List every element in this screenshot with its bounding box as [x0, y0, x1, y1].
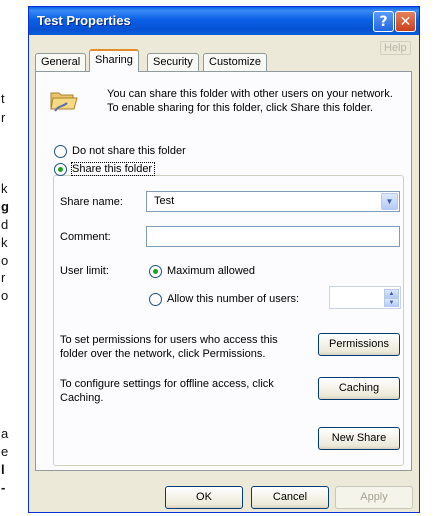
bg-text-5: d	[1, 217, 9, 232]
shared-folder-icon	[50, 92, 78, 112]
user-limit-label: User limit:	[60, 265, 109, 277]
close-button[interactable]: ✕	[395, 11, 416, 32]
allow-number-radio[interactable]	[149, 293, 162, 306]
sharing-intro-text: You can share this folder with other use…	[107, 88, 393, 114]
spin-down-icon[interactable]: ▼	[384, 298, 399, 307]
caching-button[interactable]: Caching	[318, 377, 400, 400]
title-bar[interactable]: Test Properties ? ✕	[29, 7, 419, 35]
share-name-value: Test	[154, 195, 175, 207]
tab-customize[interactable]: Customize	[203, 53, 267, 71]
maximum-allowed-radio[interactable]	[149, 265, 162, 278]
bg-text-9: o	[1, 288, 9, 303]
properties-dialog: Test Properties ? ✕ Help General Sharing…	[28, 6, 420, 513]
do-not-share-label[interactable]: Do not share this folder	[72, 145, 186, 157]
bg-text-12: l	[1, 462, 5, 477]
bg-text-1: t	[1, 91, 5, 106]
allow-number-label[interactable]: Allow this number of users:	[167, 293, 299, 305]
spin-up-icon[interactable]: ▲	[384, 289, 399, 298]
share-name-label: Share name:	[60, 196, 123, 208]
bg-text-7: o	[1, 253, 9, 268]
permissions-button[interactable]: Permissions	[318, 333, 400, 356]
tab-general[interactable]: General	[35, 53, 87, 71]
bg-text-11: e	[1, 444, 9, 459]
help-button[interactable]: ?	[373, 11, 394, 32]
help-ghost-label: Help	[380, 41, 411, 55]
permissions-text: To set permissions for users who access …	[60, 334, 278, 360]
tab-sharing[interactable]: Sharing	[89, 49, 139, 72]
share-name-dropdown[interactable]: Test ▼	[146, 191, 400, 212]
bg-text-8: r	[1, 270, 6, 285]
comment-label: Comment:	[60, 231, 111, 243]
share-folder-radio[interactable]	[54, 163, 67, 176]
share-settings-group	[53, 175, 404, 466]
apply-button: Apply	[335, 486, 413, 509]
chevron-down-icon[interactable]: ▼	[381, 193, 398, 210]
bg-text-6: k	[1, 235, 8, 250]
user-count-spinner[interactable]: ▲ ▼	[329, 286, 401, 309]
bg-text-13: -	[1, 480, 6, 495]
window-title: Test Properties	[37, 13, 131, 28]
new-share-button[interactable]: New Share	[318, 427, 400, 450]
maximum-allowed-label[interactable]: Maximum allowed	[167, 265, 255, 277]
bg-text-4: g	[1, 199, 9, 214]
share-folder-label[interactable]: Share this folder	[70, 162, 156, 176]
bg-text-2: r	[1, 110, 6, 125]
cancel-button[interactable]: Cancel	[251, 486, 329, 509]
ok-button[interactable]: OK	[165, 486, 243, 509]
caching-text: To configure settings for offline access…	[60, 378, 274, 404]
comment-field[interactable]	[146, 226, 400, 247]
bg-text-3: k	[1, 181, 8, 196]
tab-security[interactable]: Security	[147, 53, 199, 71]
bg-text-10: a	[1, 426, 9, 441]
do-not-share-radio[interactable]	[54, 145, 67, 158]
